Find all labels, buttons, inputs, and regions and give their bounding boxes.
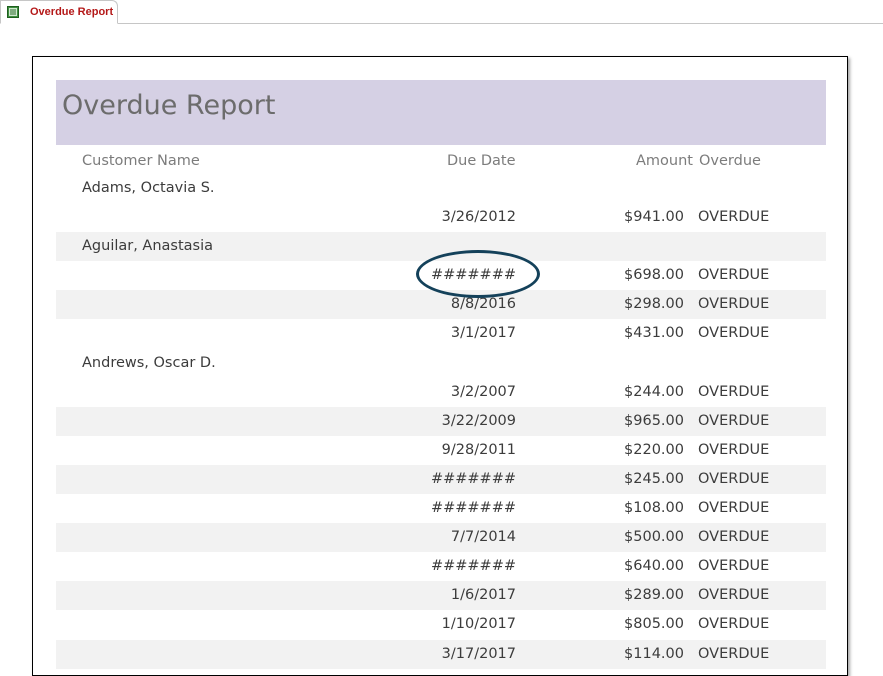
due-date-cell: ####### (430, 558, 516, 575)
highlight-ellipse-annotation (416, 250, 540, 298)
document-tab-strip: Overdue Report (0, 0, 883, 24)
overdue-status-cell: OVERDUE (698, 412, 770, 429)
overdue-status-cell: OVERDUE (698, 441, 770, 458)
detail-row: ####### $640.00 OVERDUE (56, 552, 826, 581)
detail-row: 3/2/2007 $244.00 OVERDUE (56, 378, 826, 407)
detail-row: 3/26/2012 $941.00 OVERDUE (56, 203, 826, 232)
amount-cell: $698.00 (624, 267, 684, 284)
customer-name-cell: Andrews, Oscar D. (82, 354, 216, 371)
amount-cell: $805.00 (624, 616, 684, 633)
column-header-overdue: Overdue (699, 153, 761, 169)
detail-row: 3/17/2017 $114.00 OVERDUE (56, 639, 826, 669)
title-band: Overdue Report (56, 80, 826, 145)
overdue-status-cell: OVERDUE (698, 296, 770, 313)
due-date-cell: 3/2/2007 (450, 383, 516, 400)
detail-row: ####### $245.00 OVERDUE (56, 464, 826, 495)
overdue-status-cell: OVERDUE (698, 645, 770, 662)
amount-cell: $965.00 (624, 412, 684, 429)
amount-cell: $500.00 (624, 529, 684, 546)
overdue-status-cell: OVERDUE (698, 500, 770, 517)
overdue-status-cell: OVERDUE (698, 529, 770, 546)
amount-cell: $114.00 (624, 645, 684, 662)
amount-cell: $640.00 (624, 558, 684, 575)
due-date-cell: ####### (430, 500, 516, 517)
detail-row: 3/22/2009 $965.00 OVERDUE (56, 406, 826, 436)
amount-cell: $431.00 (624, 325, 684, 342)
amount-cell: $289.00 (624, 587, 684, 604)
group-header-row: Adams, Octavia S. (56, 174, 826, 203)
due-date-cell: 1/6/2017 (450, 587, 516, 604)
detail-row: 9/28/2011 $220.00 OVERDUE (56, 436, 826, 465)
detail-row: 3/1/2017 $431.00 OVERDUE (56, 319, 826, 348)
due-date-cell: 9/28/2011 (441, 441, 516, 458)
column-header-customer-name: Customer Name (82, 153, 200, 169)
customer-name-cell: Aguilar, Anastasia (82, 238, 214, 255)
amount-cell: $220.00 (624, 441, 684, 458)
report-rows: Adams, Octavia S. 3/26/2012 $941.00 OVERDUE… (56, 174, 826, 669)
overdue-status-cell: OVERDUE (698, 209, 770, 226)
detail-row: ####### $108.00 OVERDUE (56, 494, 826, 523)
due-date-cell: 1/10/2017 (441, 616, 516, 633)
due-date-cell: 3/17/2017 (441, 645, 516, 662)
due-date-cell: 8/8/2016 (450, 296, 516, 313)
report-title: Overdue Report (62, 90, 276, 121)
detail-row: 7/7/2014 $500.00 OVERDUE (56, 523, 826, 553)
detail-row: 1/10/2017 $805.00 OVERDUE (56, 610, 826, 639)
overdue-status-cell: OVERDUE (698, 587, 770, 604)
due-date-cell: 3/1/2017 (450, 325, 516, 342)
amount-cell: $941.00 (624, 209, 684, 226)
column-header-amount: Amount (636, 153, 693, 169)
due-date-cell: ####### (430, 470, 516, 487)
amount-cell: $298.00 (624, 296, 684, 313)
detail-row: 1/6/2017 $289.00 OVERDUE (56, 581, 826, 611)
due-date-cell: 3/22/2009 (441, 412, 516, 429)
column-header-due-date: Due Date (447, 153, 516, 169)
overdue-status-cell: OVERDUE (698, 470, 770, 487)
tab-overdue-report[interactable]: Overdue Report (0, 0, 118, 24)
overdue-status-cell: OVERDUE (698, 267, 770, 284)
amount-cell: $245.00 (624, 470, 684, 487)
report-page: Overdue Report Customer Name Due Date Am… (32, 56, 848, 676)
detail-row: 8/8/2016 $298.00 OVERDUE (56, 290, 826, 320)
overdue-status-cell: OVERDUE (698, 325, 770, 342)
due-date-cell: 7/7/2014 (450, 529, 516, 546)
overdue-status-cell: OVERDUE (698, 616, 770, 633)
tab-label: Overdue Report (30, 6, 114, 18)
due-date-cell: 3/26/2012 (441, 209, 516, 226)
group-header-row: Andrews, Oscar D. (56, 349, 826, 378)
report-icon (7, 6, 19, 18)
overdue-status-cell: OVERDUE (698, 383, 770, 400)
overdue-status-cell: OVERDUE (698, 558, 770, 575)
customer-name-cell: Adams, Octavia S. (82, 180, 215, 196)
amount-cell: $244.00 (624, 383, 684, 400)
amount-cell: $108.00 (624, 500, 684, 517)
